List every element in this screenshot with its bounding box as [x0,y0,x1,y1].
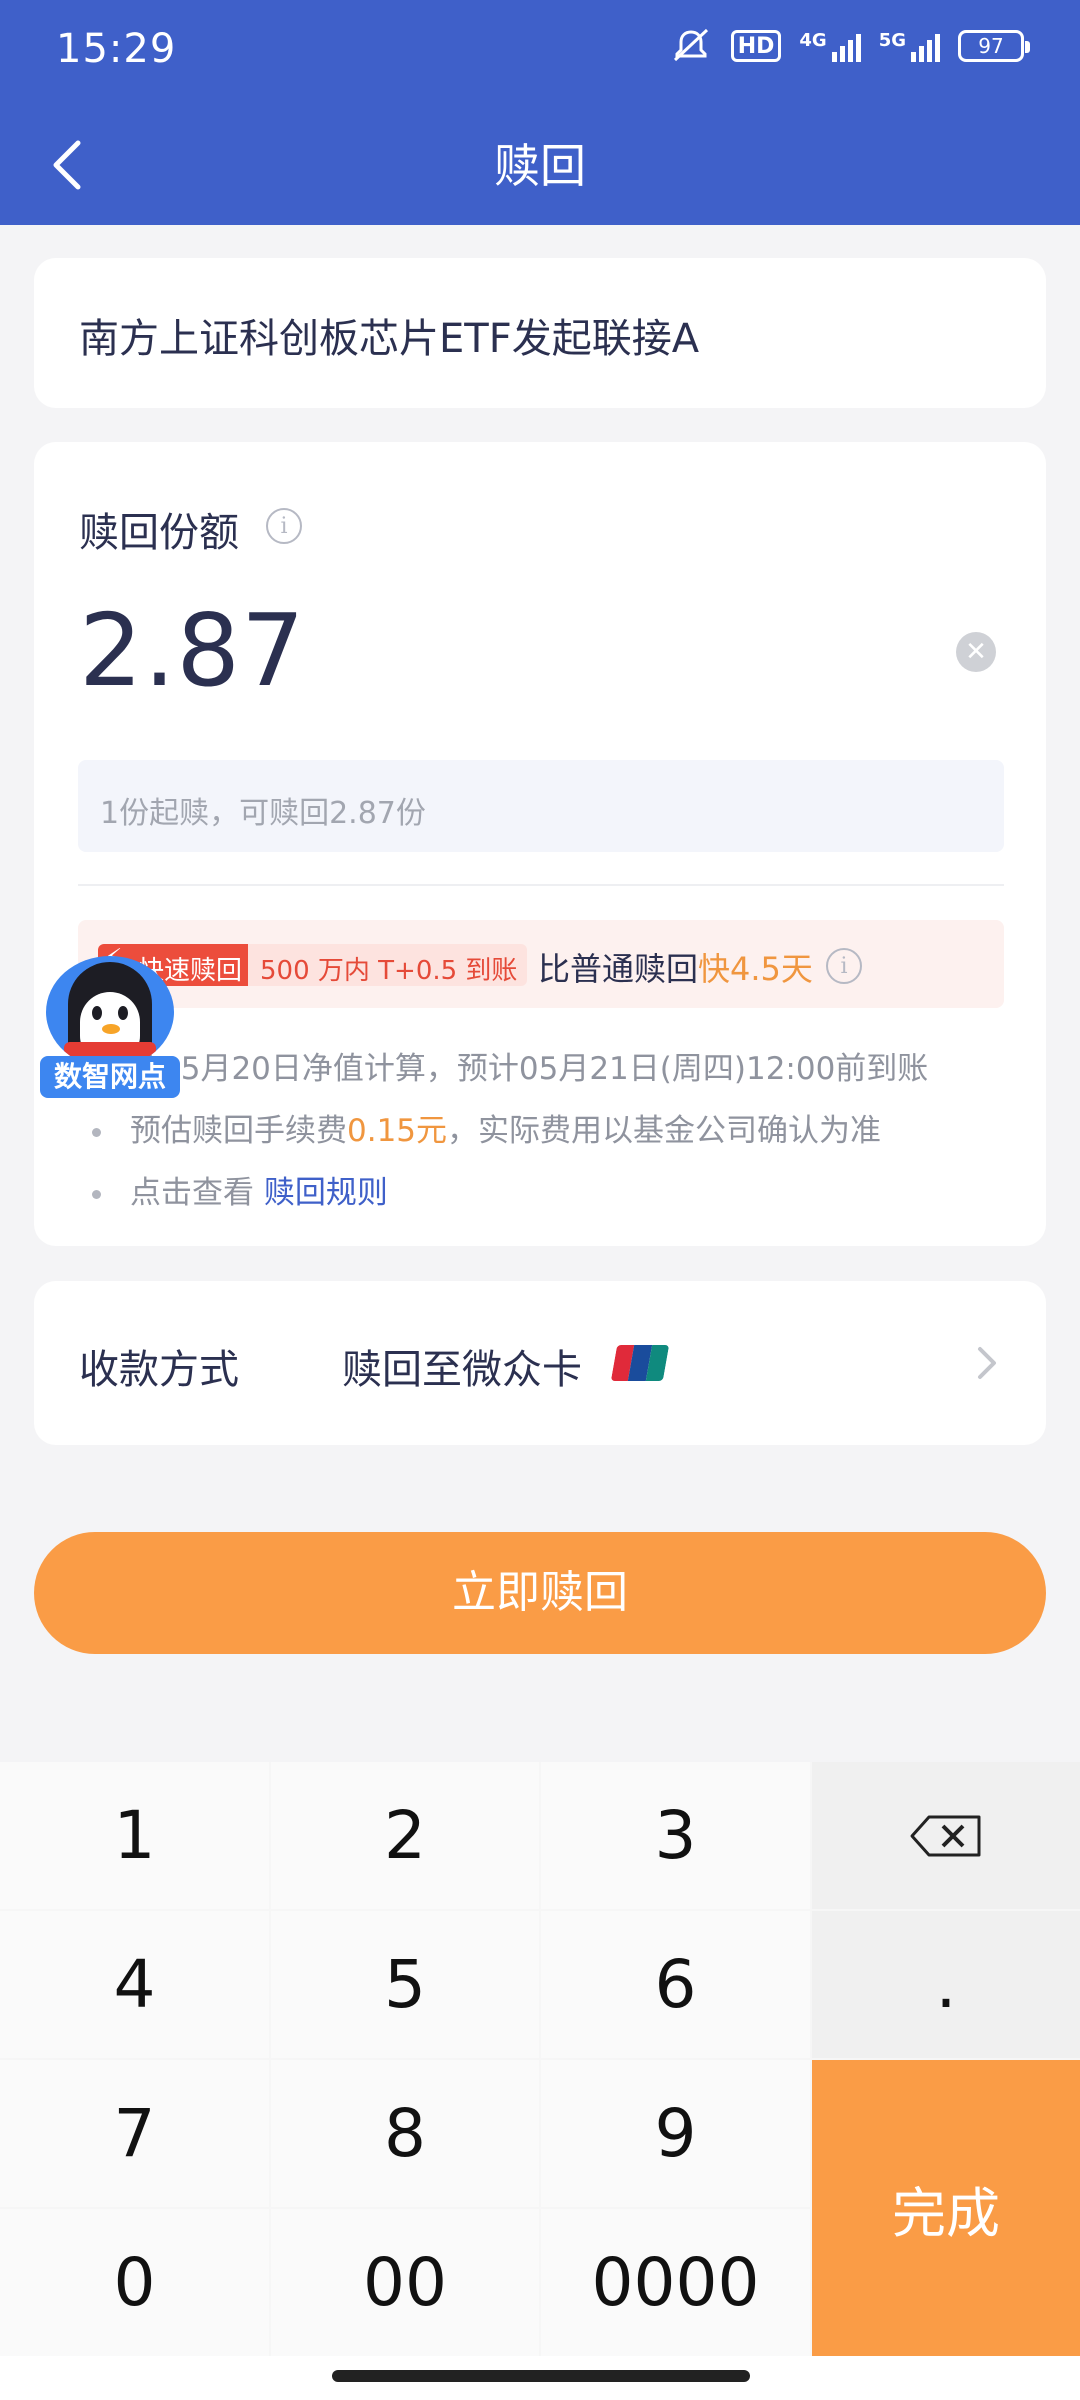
key-6[interactable]: 6 [541,1911,810,2058]
key-00[interactable]: 00 [271,2209,539,2356]
divider [78,884,1004,886]
payment-method-value: 赎回至微众卡 [342,1347,582,1393]
battery-icon: 97 [958,30,1030,62]
fast-redeem-banner: ⚡ 快速赎回 500 万内 T+0.5 到账 比普通赎回快4.5天 i [78,920,1004,1008]
redeem-rules-link[interactable]: 赎回规则 [264,1175,388,1211]
signal-icon-1: 4G [799,30,861,62]
numeric-keypad: 1 2 3 4 5 6 7 8 9 0 00 0000 . 完成 [0,1762,1080,2356]
page-title: 赎回 [494,139,586,193]
mute-icon [669,28,713,64]
status-time: 15:29 [56,26,177,72]
key-7[interactable]: 7 [0,2060,269,2207]
note-fee: 预估赎回手续费0.15元，实际费用以基金公司确认为准 [90,1100,1010,1162]
payment-method-row[interactable]: 收款方式 赎回至微众卡 [34,1281,1046,1445]
fund-name: 南方上证科创板芯片ETF发起联接A [79,316,700,362]
key-3[interactable]: 3 [541,1762,810,1909]
redeem-amount-input[interactable]: 2.87 [79,592,306,709]
key-9[interactable]: 9 [541,2060,810,2207]
fast-redeem-condition: 500 万内 T+0.5 到账 [248,944,528,986]
payment-method-label: 收款方式 [79,1347,239,1393]
done-key[interactable]: 完成 [812,2060,1080,2356]
redeem-hint: 1份起赎，可赎回2.87份 [78,760,1004,852]
fund-card: 南方上证科创板芯片ETF发起联接A [34,258,1046,408]
key-0000[interactable]: 0000 [541,2209,810,2356]
key-5[interactable]: 5 [271,1911,539,2058]
status-icons: HD 4G 5G 97 [669,28,1030,64]
key-2[interactable]: 2 [271,1762,539,1909]
clear-icon[interactable]: ✕ [956,632,996,672]
mascot-label: 数智网点 [40,1056,180,1098]
redeem-now-button[interactable]: 立即赎回 [34,1532,1046,1654]
info-icon[interactable]: i [266,508,302,544]
backspace-key[interactable] [812,1762,1080,1909]
note-rules: 点击查看 赎回规则 [90,1162,1010,1224]
redeem-amount-label: 赎回份额 [79,510,239,556]
redeem-amount-card: 赎回份额 i 2.87 ✕ 1份起赎，可赎回2.87份 ⚡ 快速赎回 500 万… [34,442,1046,1246]
mascot-service-button[interactable]: 数智网点 [40,956,180,1098]
penguin-icon [46,956,174,1068]
header-bar: 15:29 HD 4G 5G 97 赎回 [0,0,1080,225]
unionpay-icon [610,1345,670,1381]
key-0[interactable]: 0 [0,2209,269,2356]
key-4[interactable]: 4 [0,1911,269,2058]
chevron-right-icon [978,1347,996,1379]
key-1[interactable]: 1 [0,1762,269,1909]
signal-icon-2: 5G [879,30,940,62]
note-nav: 按05月20日净值计算，预计05月21日(周四)12:00前到账 [90,1038,1010,1100]
home-indicator[interactable] [332,2370,750,2382]
key-8[interactable]: 8 [271,2060,539,2207]
key-dot[interactable]: . [812,1911,1080,2058]
hd-icon: HD [730,30,782,62]
redeem-notes: 按05月20日净值计算，预计05月21日(周四)12:00前到账 预估赎回手续费… [90,1038,1010,1224]
info-icon[interactable]: i [826,948,862,984]
fast-redeem-compare: 比普通赎回快4.5天 [538,950,813,988]
backspace-icon [910,1815,981,1856]
